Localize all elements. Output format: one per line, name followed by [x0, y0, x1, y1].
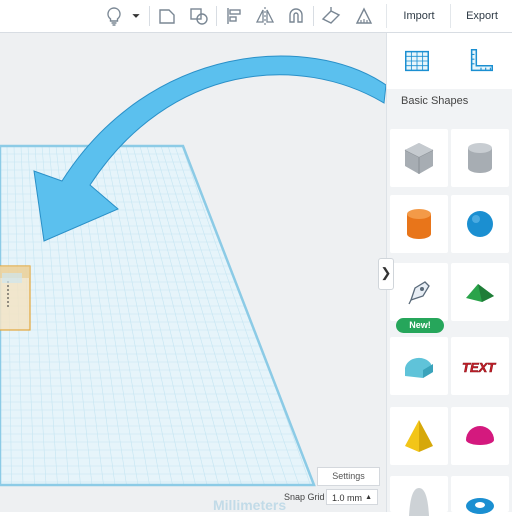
chevron-right-icon: ❯	[380, 265, 392, 280]
view-toggle-bar	[387, 33, 512, 89]
selected-box[interactable]	[0, 265, 31, 331]
toolbar-divider	[313, 6, 314, 26]
mirror-icon[interactable]	[252, 4, 278, 28]
toolbar-divider	[216, 6, 217, 26]
shape-box[interactable]	[390, 129, 448, 187]
ruler-tool-icon[interactable]	[461, 41, 501, 81]
shape-torus[interactable]	[451, 476, 509, 514]
lightbulb-icon[interactable]	[101, 4, 127, 28]
collapse-panel-button[interactable]: ❯	[378, 258, 394, 290]
workplane-viewport[interactable]: Millimeters	[0, 33, 386, 512]
settings-button[interactable]: Settings	[317, 467, 380, 486]
import-button[interactable]: Import	[386, 4, 451, 28]
new-badge: New!	[396, 318, 444, 333]
shape-category-label: Basic Shapes	[401, 95, 469, 107]
shape-text[interactable]: TEXT	[451, 337, 509, 395]
ungroup-icon[interactable]	[186, 4, 212, 28]
units-label: Millimeters	[213, 497, 287, 512]
workplane-grid	[0, 55, 386, 487]
shape-pyramid[interactable]	[390, 407, 448, 465]
shape-paraboloid[interactable]	[390, 476, 448, 516]
snap-grid-value: 1.0 mm	[332, 493, 363, 503]
magnet-icon[interactable]	[283, 4, 309, 28]
ruler-icon[interactable]	[351, 4, 377, 28]
shape-round-roof[interactable]	[390, 337, 448, 395]
shape-sphere[interactable]	[451, 195, 509, 253]
snap-grid-label: Snap Grid	[284, 492, 325, 502]
workplane-icon[interactable]	[318, 4, 344, 28]
dropdown-icon[interactable]	[126, 4, 146, 28]
export-button[interactable]: Export	[450, 4, 512, 28]
shape-cylinder-orange[interactable]	[390, 195, 448, 253]
toolbar-divider	[149, 6, 150, 26]
group-icon[interactable]	[154, 4, 180, 28]
svg-text:TEXT: TEXT	[462, 360, 496, 375]
shape-half-sphere[interactable]	[451, 407, 509, 465]
chevron-up-down-icon: ▲	[365, 494, 372, 501]
grid-view-icon[interactable]	[397, 41, 437, 81]
shape-roof[interactable]	[451, 263, 509, 321]
align-icon[interactable]	[221, 4, 247, 28]
shape-scribble[interactable]	[390, 263, 448, 321]
snap-grid-select[interactable]: 1.0 mm ▲	[326, 489, 378, 505]
top-toolbar: Import Export	[0, 0, 512, 33]
shape-cylinder-gray[interactable]	[451, 129, 509, 187]
